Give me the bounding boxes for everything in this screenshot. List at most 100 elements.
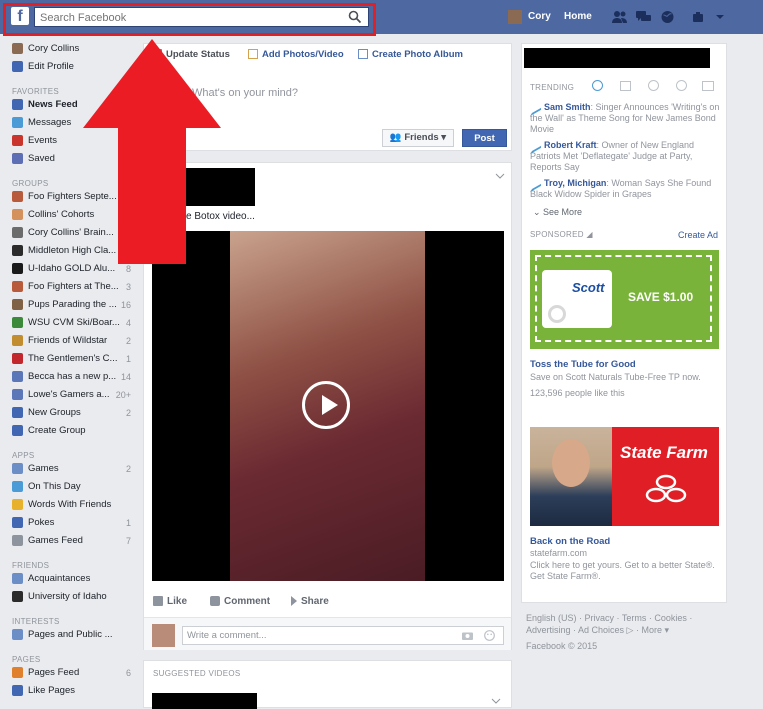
- entertainment-icon[interactable]: [702, 81, 714, 91]
- trending-category-icons: [592, 80, 718, 92]
- science-icon[interactable]: [648, 80, 659, 91]
- sidebar-item-new-groups[interactable]: New Groups 2: [12, 407, 137, 423]
- trending-item[interactable]: Sam Smith: Singer Announces 'Writing's o…: [530, 99, 720, 135]
- sidebar-item-label: Foo Fighters at The...: [28, 281, 119, 292]
- avatar[interactable]: [508, 10, 522, 24]
- see-more-link[interactable]: ⌄ See More: [533, 207, 582, 218]
- sidebar-item-label: Foo Fighters Septe...: [28, 191, 117, 202]
- create-ad-link[interactable]: Create Ad: [678, 230, 718, 240]
- sidebar-item-pages-feed[interactable]: Pages Feed 6: [12, 667, 137, 683]
- sidebar-item-label: Pokes: [28, 517, 55, 528]
- trending-top-icon[interactable]: [592, 80, 603, 91]
- sidebar-item-cory-collins[interactable]: Cory Collins: [12, 43, 137, 59]
- add-photos-video-tab[interactable]: Add Photos/Video: [248, 49, 344, 60]
- sidebar-item-events[interactable]: Events: [12, 135, 137, 151]
- home-link[interactable]: Home: [564, 11, 592, 22]
- friends-item-icon: [12, 591, 23, 602]
- avatar: [12, 43, 23, 54]
- sidebar-item-on-this-day[interactable]: On This Day: [12, 481, 137, 497]
- chevron-down-icon: ⌄: [533, 207, 544, 217]
- sidebar-item-wsu-cvm-ski-boar[interactable]: WSU CVM Ski/Boar... 4: [12, 317, 137, 333]
- toilet-roll-image: [548, 305, 566, 323]
- apps-item-icon: [12, 535, 23, 546]
- sidebar-item-foo-fighters-septe[interactable]: Foo Fighters Septe...: [12, 191, 137, 207]
- search-highlight-annotation: [3, 3, 376, 36]
- groups-item-icon: [12, 371, 23, 382]
- status-input[interactable]: What's on your mind?: [192, 87, 298, 99]
- friend-requests-icon[interactable]: [612, 10, 627, 24]
- sidebar-item-foo-fighters-at-the[interactable]: Foo Fighters at The... 3: [12, 281, 137, 297]
- sidebar-item-label: Pages Feed: [28, 667, 80, 678]
- sidebar-item-games[interactable]: Games 2: [12, 463, 137, 479]
- video-player[interactable]: [152, 231, 504, 581]
- news-feed-icon: [12, 99, 23, 110]
- scott-brand-text: Scott: [572, 280, 605, 295]
- nav-section-heading: PAGES: [12, 655, 41, 664]
- like-button[interactable]: Like: [153, 596, 187, 607]
- sidebar-item-the-gentlemen-s-c[interactable]: The Gentlemen's C... 1: [12, 353, 137, 369]
- groups-item-icon: [12, 389, 23, 400]
- ad-title[interactable]: Back on the Road: [530, 536, 610, 547]
- sidebar-item-pokes[interactable]: Pokes 1: [12, 517, 137, 533]
- sidebar-item-label: New Groups: [28, 407, 81, 418]
- sidebar-item-friends-of-wildstar[interactable]: Friends of Wildstar 2: [12, 335, 137, 351]
- ad-image-statefarm[interactable]: State Farm: [530, 427, 719, 526]
- sidebar-item-pups-parading-the[interactable]: Pups Parading the ... 16: [12, 299, 137, 315]
- messages-icon[interactable]: [636, 10, 651, 24]
- sidebar-item-becca-has-a-new-p[interactable]: Becca has a new p... 14: [12, 371, 137, 387]
- audience-selector[interactable]: 👥 Friends ▾: [382, 129, 454, 147]
- politics-icon[interactable]: [620, 81, 631, 91]
- groups-item-icon: [12, 299, 23, 310]
- share-button[interactable]: Share: [291, 596, 329, 607]
- comment-input[interactable]: Write a comment...: [182, 626, 504, 645]
- sidebar-item-messages[interactable]: Messages: [12, 117, 137, 133]
- post-button[interactable]: Post: [462, 129, 507, 147]
- notifications-globe-icon[interactable]: [660, 10, 675, 24]
- statefarm-logo-text: State Farm: [620, 443, 708, 462]
- sidebar-item-acquaintances[interactable]: Acquaintances: [12, 573, 137, 589]
- sidebar-item-words-with-friends[interactable]: Words With Friends: [12, 499, 137, 515]
- sidebar-item-like-pages[interactable]: Like Pages: [12, 685, 137, 701]
- play-icon[interactable]: [302, 381, 350, 429]
- sports-icon[interactable]: [676, 80, 687, 91]
- sidebar-item-games-feed[interactable]: Games Feed 7: [12, 535, 137, 551]
- sidebar-item-lowe-s-gamers-a[interactable]: Lowe's Gamers a... 20+: [12, 389, 137, 405]
- sidebar-item-university-of-idaho[interactable]: University of Idaho: [12, 591, 137, 607]
- sidebar-item-label: The Gentlemen's C...: [28, 353, 118, 364]
- update-status-tab[interactable]: Update Status: [152, 49, 230, 60]
- ad-description: Save on Scott Naturals Tube-Free TP now.: [530, 372, 701, 382]
- footer-links[interactable]: Advertising · Ad Choices ▷ · More ▾: [526, 624, 726, 636]
- thumbs-up-icon: [153, 596, 163, 607]
- right-column: TRENDING Sam Smith: Singer Announces 'Wr…: [521, 43, 727, 603]
- groups-item-icon: [12, 245, 23, 256]
- trending-item[interactable]: Troy, Michigan: Woman Says She Found Bla…: [530, 175, 720, 200]
- camera-icon[interactable]: [462, 631, 473, 640]
- sidebar-item-create-group[interactable]: Create Group: [12, 425, 137, 441]
- sidebar-item-edit-profile[interactable]: Edit Profile: [12, 61, 137, 77]
- sidebar-item-saved[interactable]: Saved: [12, 153, 137, 169]
- pages-item-icon: [12, 685, 23, 696]
- create-photo-album-tab[interactable]: Create Photo Album: [358, 49, 463, 60]
- sidebar-item-collins-cohorts[interactable]: Collins' Cohorts: [12, 209, 137, 225]
- sidebar-item-label: Games Feed: [28, 535, 83, 546]
- sidebar-item-pages-and-public[interactable]: Pages and Public ...: [12, 629, 137, 645]
- account-menu-chevron-icon[interactable]: [714, 10, 726, 24]
- groups-item-icon: [12, 425, 23, 436]
- emoji-icon[interactable]: [484, 630, 495, 641]
- sidebar-item-u-idaho-gold-alu[interactable]: U-Idaho GOLD Alu... 8: [12, 263, 137, 279]
- sidebar-item-news-feed[interactable]: News Feed: [12, 99, 137, 115]
- profile-link[interactable]: Cory: [528, 11, 551, 22]
- chevron-down-icon[interactable]: [491, 697, 501, 705]
- privacy-shortcuts-icon[interactable]: [692, 10, 710, 24]
- footer-links[interactable]: English (US) · Privacy · Terms · Cookies…: [526, 612, 726, 624]
- story-options-chevron-icon[interactable]: [495, 172, 505, 180]
- sidebar-item-middleton-high-cla[interactable]: Middleton High Cla... 2: [12, 245, 137, 261]
- ad-title[interactable]: Toss the Tube for Good: [530, 359, 636, 370]
- video-thumbnail[interactable]: [152, 693, 257, 709]
- comment-button[interactable]: Comment: [210, 596, 270, 607]
- sidebar-item-count: 7: [125, 536, 131, 546]
- sidebar-item-label: Cory Collins: [28, 43, 80, 54]
- ad-image-scott[interactable]: Scott SAVE $1.00: [530, 250, 719, 349]
- trending-item[interactable]: Robert Kraft: Owner of New England Patri…: [530, 137, 720, 173]
- sidebar-item-cory-collins-brain[interactable]: Cory Collins' Brain...: [12, 227, 137, 243]
